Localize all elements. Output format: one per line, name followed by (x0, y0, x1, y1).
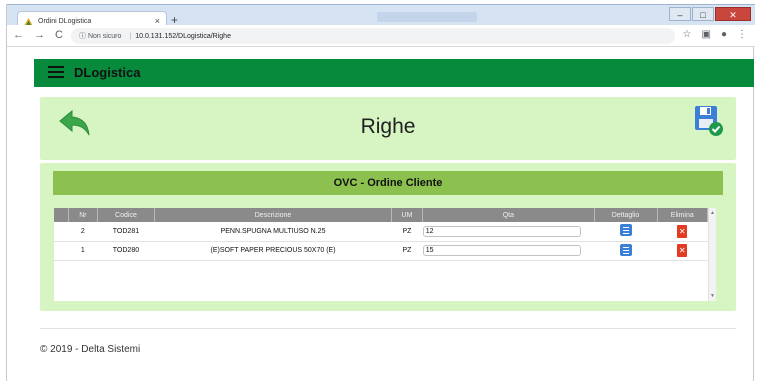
cell-dettaglio (594, 241, 658, 261)
section-title: OVC - Ordine Cliente (53, 171, 723, 195)
footer-divider (40, 328, 736, 329)
back-nav-icon[interactable]: ← (13, 29, 24, 41)
hamburger-menu-icon[interactable] (48, 66, 64, 78)
qta-input[interactable]: 12 (422, 225, 581, 237)
row-spacer (54, 222, 69, 242)
lines-table-container: Nr Codice Descrizione UM Qta Dettaglio E… (54, 208, 716, 301)
page-title: Righe (360, 115, 416, 138)
table-scrollbar[interactable]: ▲ ▼ (708, 208, 716, 301)
tab-title: Ordini DLogistica (38, 18, 92, 25)
header-spacer (54, 208, 70, 222)
cell-descrizione: PENN.SPUGNA MULTIUSO N.25 (154, 222, 392, 242)
window-controls: – □ ✕ (668, 7, 751, 21)
order-lines-panel: OVC - Ordine Cliente Nr Codice Descrizio… (40, 163, 736, 311)
security-indicator[interactable]: ⓘ Non sicuro (79, 31, 121, 41)
forward-nav-icon[interactable]: → (34, 29, 45, 41)
header-dettaglio: Dettaglio (594, 208, 658, 222)
list-detail-icon[interactable] (619, 243, 632, 256)
header-um: UM (391, 208, 424, 222)
cell-um: PZ (391, 241, 423, 261)
window-title-area (377, 12, 477, 22)
url-text[interactable]: 10.0.131.152/DLogistica/Righe (135, 33, 231, 40)
bookmark-star-icon[interactable]: ☆ (683, 29, 692, 40)
header-descrizione: Descrizione (154, 208, 392, 222)
maximize-button[interactable]: □ (692, 7, 714, 21)
delete-icon[interactable]: ✕ (677, 244, 688, 257)
list-detail-icon[interactable] (619, 224, 632, 237)
cell-nr: 1 (68, 241, 98, 261)
header-elimina: Elimina (657, 208, 709, 222)
minimize-button[interactable]: – (669, 7, 691, 21)
cell-elimina: ✕ (657, 241, 708, 261)
nav-buttons: ← → C (13, 29, 63, 41)
scroll-up-icon[interactable]: ▲ (710, 210, 715, 216)
reload-icon[interactable]: C (55, 29, 63, 41)
row-spacer (54, 241, 69, 261)
scroll-down-icon[interactable]: ▼ (710, 293, 715, 299)
cell-descrizione: (E)SOFT PAPER PRECIOUS 50X70 (E) (154, 241, 392, 261)
close-window-button[interactable]: ✕ (715, 7, 751, 21)
brand-title[interactable]: DLogistica (74, 65, 140, 80)
account-icon[interactable]: ● (721, 29, 727, 40)
cell-qta: 12 (422, 222, 594, 242)
footer-text: © 2019 - Delta Sistemi (40, 344, 141, 355)
header-qta: Qta (422, 208, 595, 222)
toolbar-icons: ☆ ▣ ● ⋮ (683, 29, 747, 40)
table-row: 2 TOD281 PENN.SPUGNA MULTIUSO N.25 PZ 12… (54, 222, 708, 242)
lines-table: Nr Codice Descrizione UM Qta Dettaglio E… (54, 208, 709, 261)
cell-qta: 15 (422, 241, 594, 261)
address-bar[interactable]: ⓘ Non sicuro | 10.0.131.152/DLogistica/R… (71, 28, 675, 44)
header-nr: Nr (68, 208, 98, 222)
cell-nr: 2 (68, 222, 98, 242)
delete-icon[interactable]: ✕ (677, 224, 688, 238)
qta-input[interactable]: 15 (422, 245, 581, 256)
cell-um: PZ (391, 222, 423, 242)
save-disk-icon[interactable] (694, 105, 724, 137)
app-header: DLogistica (34, 59, 754, 87)
separator: | (129, 32, 132, 40)
menu-kebab-icon[interactable]: ⋮ (737, 29, 747, 40)
address-row: ← → C ⓘ Non sicuro | 10.0.131.152/DLogis… (7, 25, 755, 47)
cell-dettaglio (594, 222, 658, 242)
cell-codice: TOD281 (97, 222, 155, 242)
header-codice: Codice (97, 208, 156, 222)
table-row: 1 TOD280 (E)SOFT PAPER PRECIOUS 50X70 (E… (54, 241, 708, 261)
cell-codice: TOD280 (97, 241, 155, 261)
cell-elimina: ✕ (657, 222, 708, 242)
page-header-panel: Righe (40, 97, 736, 160)
table-header-row: Nr Codice Descrizione UM Qta Dettaglio E… (54, 208, 709, 222)
extension-icon[interactable]: ▣ (702, 29, 711, 40)
